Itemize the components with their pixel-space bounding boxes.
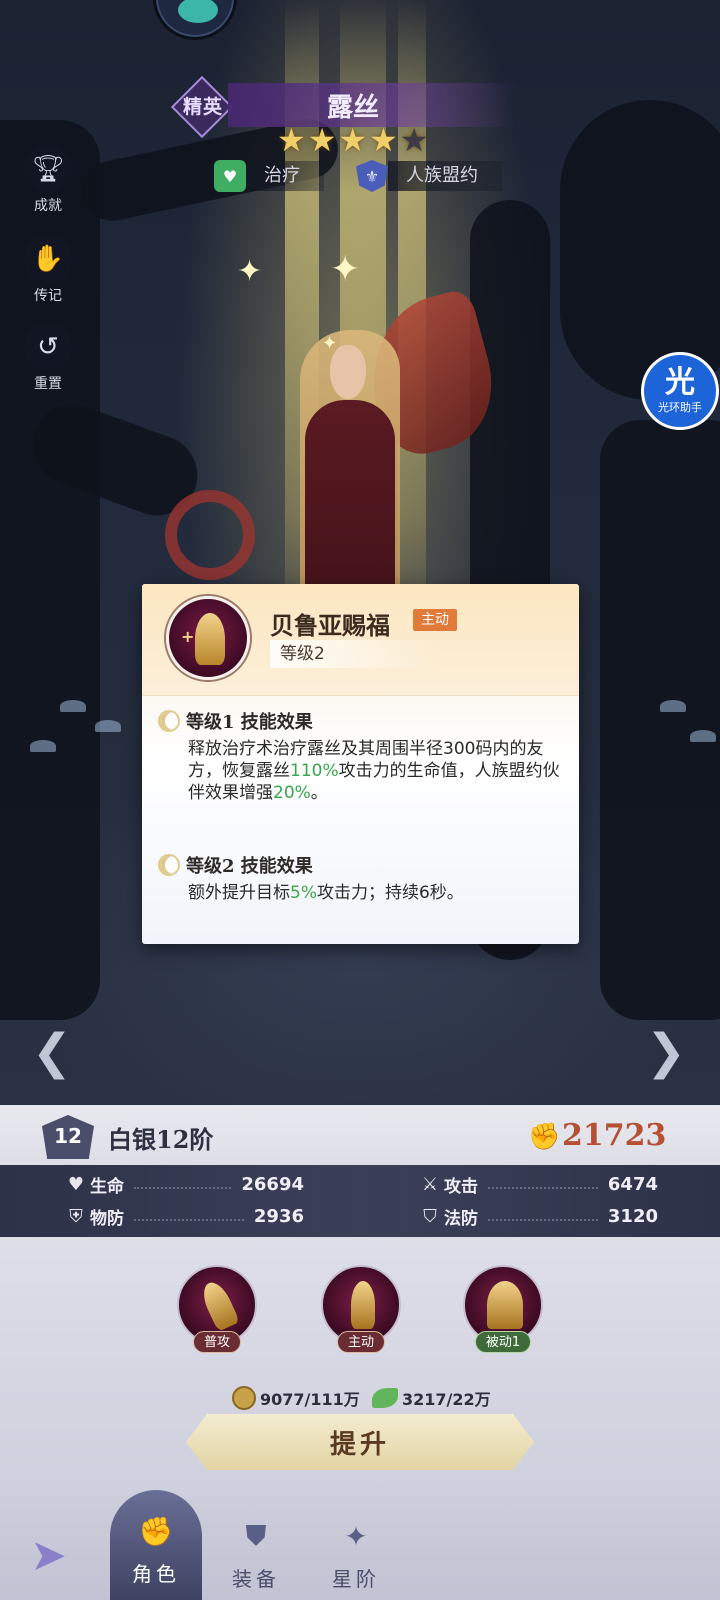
effect-title: 等级2 技能效果: [186, 856, 313, 877]
shield-icon: ⛨: [69, 1205, 83, 1227]
achievements-label: 成就: [34, 198, 62, 214]
skill-slot-basic-attack[interactable]: 普攻: [176, 1265, 258, 1365]
gold-coin-icon: [232, 1386, 256, 1410]
heart-icon: ♥: [67, 1173, 85, 1195]
hero-level: 12: [54, 1124, 82, 1148]
tag-faction-label: 人族盟约: [388, 161, 502, 191]
stat-attack-value: 6474: [607, 1173, 658, 1195]
back-arrow-icon[interactable]: ➤: [30, 1530, 67, 1581]
star-filled-icon: ★: [307, 121, 337, 159]
exp-amount: 3217/22万: [402, 1390, 491, 1409]
effect-text: 。: [310, 783, 328, 803]
reset-button[interactable]: ↺ 重置: [22, 323, 74, 393]
fist-icon: ✊: [138, 1514, 174, 1548]
avatar-creature-icon: [178, 0, 218, 23]
sparkle-icon: ✦: [330, 249, 361, 290]
stat-hp: ♥ 生命 26694: [64, 1170, 304, 1198]
biography-label: 传记: [34, 288, 62, 304]
skill-level: 等级2: [270, 640, 440, 668]
trophy-icon: 🏆︎: [24, 145, 72, 193]
stat-magic-def-value: 3120: [607, 1205, 658, 1227]
armor-icon: ⛊: [245, 1519, 267, 1552]
effect-description: 释放治疗术治疗露丝及其周围半径300码内的友方，恢复露丝110%攻击力的生命值，…: [158, 738, 568, 804]
biography-button[interactable]: ✋ 传记: [22, 235, 74, 305]
star-compass-icon: ✦: [344, 1519, 368, 1553]
hero-star-rating: ★ ★ ★ ★ ★: [277, 122, 428, 158]
skill-slot-label: 普攻: [192, 1331, 241, 1353]
alliance-icon: ⚜: [356, 160, 388, 192]
skill-effect-level-1: 等级1 技能效果 释放治疗术治疗露丝及其周围半径300码内的友方，恢复露丝110…: [158, 708, 568, 804]
stat-attack: ⚔ 攻击 6474: [418, 1170, 658, 1198]
hero-ribbon: [165, 490, 255, 580]
reset-label: 重置: [34, 376, 62, 392]
previous-hero-arrow[interactable]: ❮: [22, 1028, 82, 1076]
tag-role-label: 治疗: [246, 161, 324, 191]
skill-name: 贝鲁亚赐福: [270, 611, 390, 640]
skill-slot-label: 被动1: [474, 1331, 532, 1353]
effect-text: 攻击力；持续6秒。: [316, 883, 464, 903]
skill-detail-popup[interactable]: + 贝鲁亚赐福 主动 等级2 等级1 技能效果 释放治疗术治疗露丝及其周围半径3…: [142, 584, 579, 944]
reset-icon: ↺: [24, 323, 72, 371]
exp-resource: 3217/22万: [372, 1385, 491, 1411]
effect-highlight-value: 5%: [290, 883, 317, 903]
halo-helper-button[interactable]: 光 光环助手: [641, 352, 719, 430]
next-hero-arrow[interactable]: ❯: [636, 1028, 696, 1076]
tab-character[interactable]: ✊ 角色: [110, 1490, 202, 1600]
stat-magic-defense: ⛉ 法防 3120: [418, 1202, 658, 1230]
effect-title: 等级1 技能效果: [186, 712, 313, 733]
skill-slot-passive-1[interactable]: 被动1: [462, 1265, 544, 1365]
effect-text: 额外提升目标: [188, 883, 290, 903]
fist-power-icon: ✊: [528, 1122, 561, 1152]
hero-name: 露丝: [326, 93, 379, 123]
blessing-skill-icon: +: [166, 596, 250, 680]
crescent-moon-icon: [158, 854, 180, 876]
hero-rank: 精英: [182, 96, 223, 118]
gold-resource: 9077/111万: [232, 1385, 360, 1411]
star-filled-icon: ★: [369, 121, 398, 159]
effect-highlight-value: 110%: [290, 761, 339, 781]
tab-equipment[interactable]: ⛊ 装备: [210, 1505, 302, 1600]
skill-slot-label: 主动: [336, 1331, 385, 1353]
hero-tier: 白银12阶: [108, 1125, 214, 1154]
sparkle-icon: ✦: [237, 254, 263, 289]
effect-description: 额外提升目标5%攻击力；持续6秒。: [158, 882, 568, 904]
exp-leaf-icon: [372, 1388, 398, 1408]
combat-power: 21723: [562, 1118, 667, 1153]
tag-role-healer[interactable]: ♥ 治疗: [214, 160, 324, 192]
upgrade-button-label: 提升: [329, 1429, 390, 1460]
upgrade-button[interactable]: 提升: [186, 1414, 534, 1470]
skill-effect-level-2: 等级2 技能效果 额外提升目标5%攻击力；持续6秒。: [158, 852, 568, 904]
effect-highlight-value: 20%: [273, 783, 311, 803]
stat-phys-def-value: 2936: [253, 1205, 304, 1227]
helper-label: 光环助手: [658, 401, 702, 414]
stat-hp-value: 26694: [241, 1173, 304, 1195]
star-filled-icon: ★: [277, 121, 306, 159]
handshake-icon: ✋: [24, 235, 72, 283]
star-filled-icon: ★: [338, 121, 368, 159]
tag-faction-alliance[interactable]: ⚜ 人族盟约: [356, 160, 502, 192]
magic-shield-icon: ⛉: [423, 1205, 437, 1227]
achievements-button[interactable]: 🏆︎ 成就: [22, 145, 74, 215]
star-empty-icon: ★: [399, 121, 429, 159]
tab-star-tier[interactable]: ✦ 星阶: [310, 1505, 402, 1600]
stat-physical-defense: ⛨ 物防 2936: [64, 1202, 304, 1230]
skill-type-badge: 主动: [413, 609, 457, 631]
crescent-moon-icon: [158, 710, 180, 732]
gold-amount: 9077/111万: [260, 1390, 360, 1409]
sparkle-icon: ✦: [322, 333, 338, 354]
sword-icon: ⚔: [421, 1173, 439, 1195]
helper-glyph: 光: [665, 365, 695, 400]
skill-slot-active[interactable]: 主动: [320, 1265, 402, 1365]
heal-icon: ♥: [214, 160, 246, 192]
